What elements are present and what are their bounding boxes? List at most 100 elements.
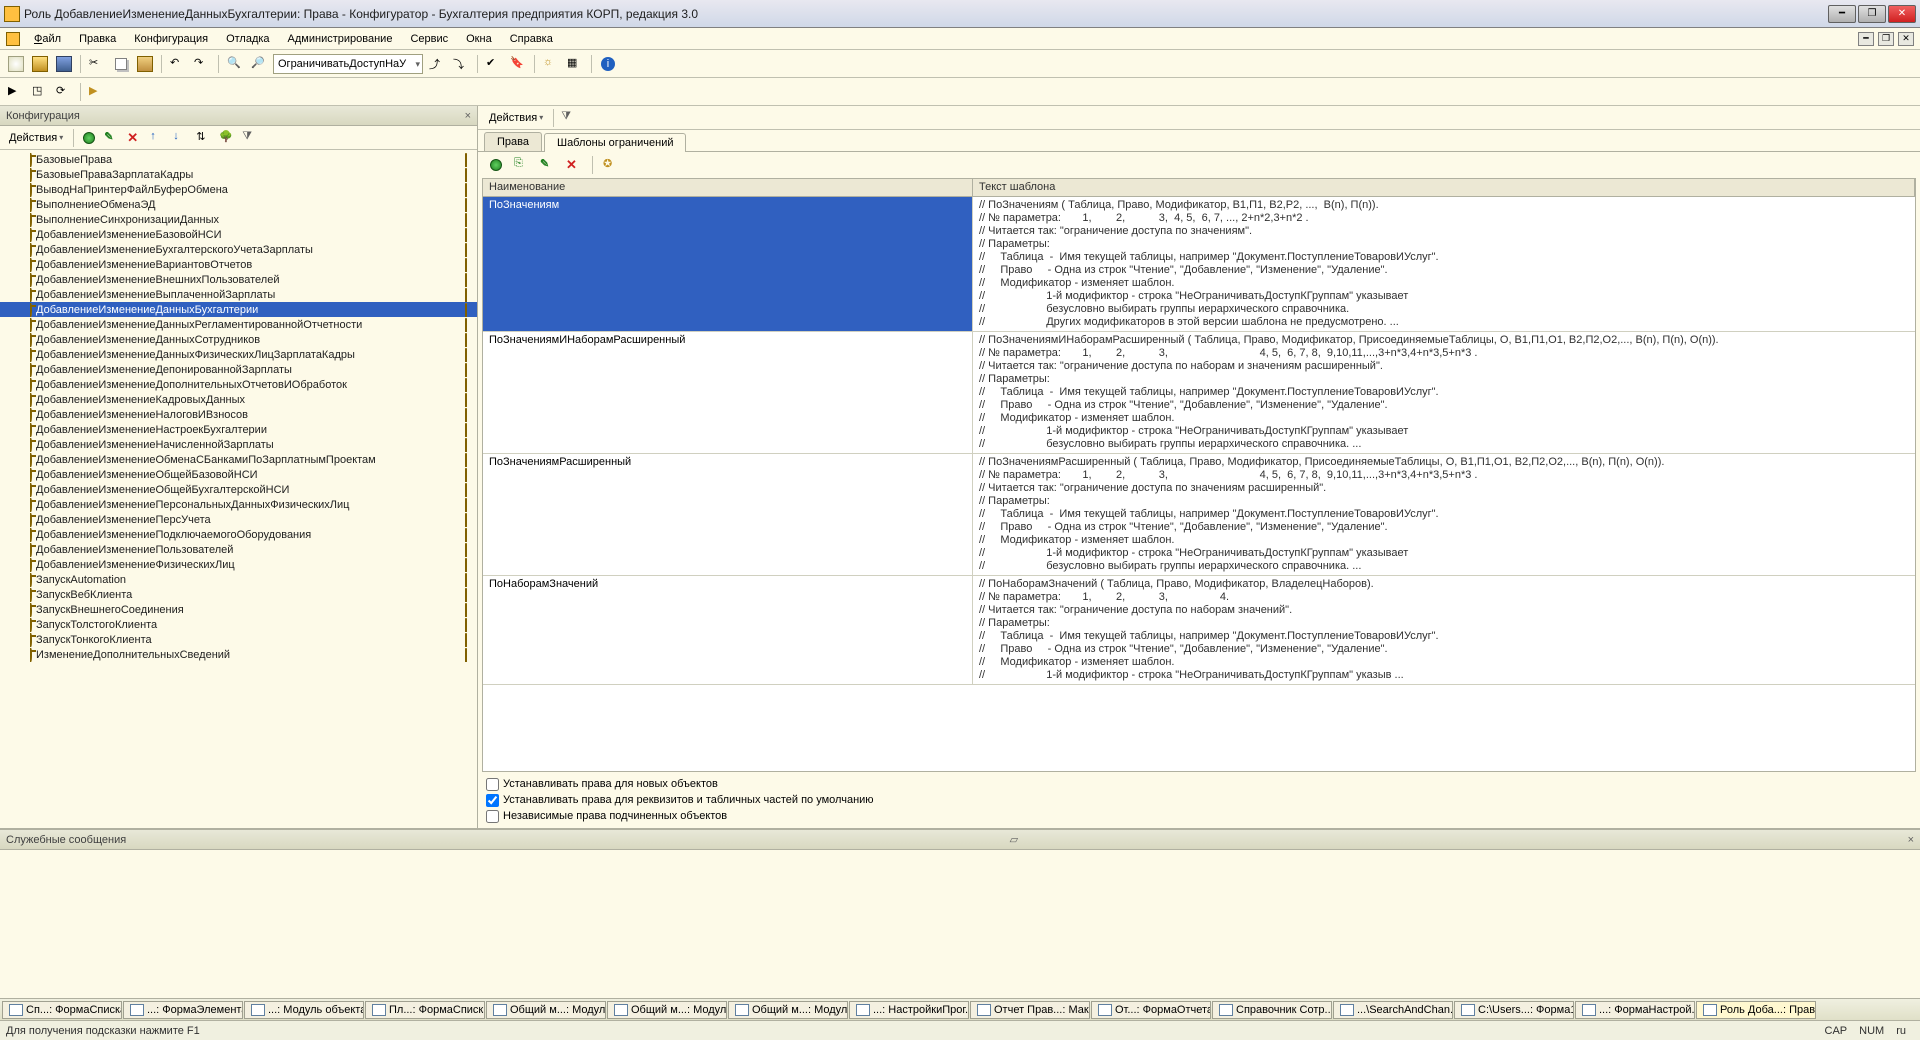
run-1c-button[interactable]: ▶ [87, 82, 107, 102]
undo-button[interactable]: ↶ [168, 54, 188, 74]
tool-a-button[interactable]: ☼ [541, 54, 561, 74]
role-tree-item[interactable]: ДобавлениеИзменениеПодключаемогоОборудов… [0, 527, 477, 542]
cut-button[interactable]: ✂ [87, 54, 107, 74]
role-tree-item[interactable]: ДобавлениеИзменениеВариантовОтчетов [0, 257, 477, 272]
search-combo[interactable]: ОграничиватьДоступНаУ [273, 54, 423, 74]
window-tab[interactable]: ...\SearchAndChan... [1333, 1001, 1453, 1019]
role-tree-item[interactable]: ДобавлениеИзменениеДанныхБухгалтерии [0, 302, 477, 317]
delete-button[interactable]: ✕ [125, 128, 145, 148]
check-independent[interactable]: Независимые права подчиненных объектов [486, 808, 1912, 824]
check-defaults[interactable]: Устанавливать права для реквизитов и таб… [486, 792, 1912, 808]
copy-button[interactable] [111, 54, 131, 74]
menu-edit[interactable]: Правка [71, 31, 124, 47]
messages-close-button[interactable]: × [1908, 834, 1914, 846]
role-filter-button[interactable]: ⧩ [559, 108, 579, 128]
template-row[interactable]: ПоЗначениям// ПоЗначениям ( Таблица, Пра… [483, 197, 1915, 332]
role-tree-item[interactable]: ЗапускВебКлиента [0, 587, 477, 602]
template-edit-button[interactable]: ✎ [538, 155, 558, 175]
role-tree-item[interactable]: ДобавлениеИзменениеДанныхРегламентирован… [0, 317, 477, 332]
template-wizard-button[interactable]: ✪ [601, 155, 621, 175]
roles-tree[interactable]: БазовыеПраваБазовыеПраваЗарплатаКадрыВыв… [0, 150, 477, 828]
role-tree-item[interactable]: ДобавлениеИзменениеВнешнихПользователей [0, 272, 477, 287]
mdi-minimize-button[interactable]: ━ [1858, 32, 1874, 46]
goto2-button[interactable]: ⤵ [451, 54, 471, 74]
role-tree-item[interactable]: БазовыеПраваЗарплатаКадры [0, 167, 477, 182]
menu-help[interactable]: Справка [502, 31, 561, 47]
role-tree-item[interactable]: ВыполнениеСинхронизацииДанных [0, 212, 477, 227]
goto-button[interactable]: ⤴ [427, 54, 447, 74]
tab-rights[interactable]: Права [484, 132, 542, 151]
col-header-text[interactable]: Текст шаблона [973, 179, 1915, 196]
role-tree-item[interactable]: ВыводНаПринтерФайлБуферОбмена [0, 182, 477, 197]
new-button[interactable] [6, 54, 26, 74]
maximize-button[interactable]: ❐ [1858, 5, 1886, 23]
menu-config[interactable]: Конфигурация [126, 31, 216, 47]
window-tab[interactable]: Общий м...: Модуль [486, 1001, 606, 1019]
role-tree-item[interactable]: ЗапускAutomation [0, 572, 477, 587]
find-next-button[interactable]: 🔎 [249, 54, 269, 74]
bookmark-button[interactable]: 🔖 [508, 54, 528, 74]
window-tab[interactable]: Отчет Прав...: Макет [970, 1001, 1090, 1019]
role-tree-item[interactable]: ДобавлениеИзменениеКадровыхДанных [0, 392, 477, 407]
help-button[interactable]: i [598, 54, 618, 74]
role-tree-item[interactable]: ДобавлениеИзменениеДанныхСотрудников [0, 332, 477, 347]
role-tree-item[interactable]: ДобавлениеИзменениеБухгалтерскогоУчетаЗа… [0, 242, 477, 257]
template-add-button[interactable] [486, 155, 506, 175]
role-tree-item[interactable]: ДобавлениеИзменениеПерсональныхДанныхФиз… [0, 497, 477, 512]
window-tab[interactable]: От...: ФормаОтчета [1091, 1001, 1211, 1019]
window-tab[interactable]: Роль Доба...: Права [1696, 1001, 1816, 1019]
menu-service[interactable]: Сервис [402, 31, 456, 47]
window-tab[interactable]: Общий м...: Модуль [607, 1001, 727, 1019]
window-tab[interactable]: Сп...: ФормаСписка [2, 1001, 122, 1019]
window-tab[interactable]: ...: НастройкиПрог... [849, 1001, 969, 1019]
debug-c-button[interactable]: ⟳ [54, 82, 74, 102]
role-tree-item[interactable]: ИзменениеДополнительныхСведений [0, 647, 477, 662]
role-tree-item[interactable]: ДобавлениеИзменениеНачисленнойЗарплаты [0, 437, 477, 452]
role-actions-button[interactable]: Действия [484, 109, 548, 127]
menu-file[interactable]: Файл [26, 31, 69, 47]
window-tab[interactable]: Пл...: ФормаСписка [365, 1001, 485, 1019]
template-row[interactable]: ПоЗначениямРасширенный// ПоЗначениямРасш… [483, 454, 1915, 576]
window-tab[interactable]: Справочник Сотр... [1212, 1001, 1332, 1019]
role-tree-item[interactable]: ДобавлениеИзменениеВыплаченнойЗарплаты [0, 287, 477, 302]
minimize-button[interactable]: ━ [1828, 5, 1856, 23]
debug-b-button[interactable]: ◳ [30, 82, 50, 102]
role-tree-item[interactable]: ДобавлениеИзменениеНалоговИВзносов [0, 407, 477, 422]
role-tree-item[interactable]: ДобавлениеИзменениеДополнительныхОтчетов… [0, 377, 477, 392]
role-tree-item[interactable]: БазовыеПрава [0, 152, 477, 167]
role-tree-item[interactable]: ДобавлениеИзменениеНастроекБухгалтерии [0, 422, 477, 437]
close-button[interactable]: ✕ [1888, 5, 1916, 23]
window-tab[interactable]: ...: Модуль объекта [244, 1001, 364, 1019]
tree-button[interactable]: 🌳 [217, 128, 237, 148]
tool-b-button[interactable]: ▦ [565, 54, 585, 74]
role-tree-item[interactable]: ДобавлениеИзменениеОбщейБазовойНСИ [0, 467, 477, 482]
syntax-check-button[interactable]: ✔ [484, 54, 504, 74]
debug-start-button[interactable]: ▶ [6, 82, 26, 102]
menu-windows[interactable]: Окна [458, 31, 500, 47]
col-header-name[interactable]: Наименование [483, 179, 973, 196]
window-tab[interactable]: Общий м...: Модуль [728, 1001, 848, 1019]
move-down-button[interactable]: ↓ [171, 128, 191, 148]
template-delete-button[interactable]: ✕ [564, 155, 584, 175]
filter-button[interactable]: ⧩ [240, 128, 260, 148]
messages-body[interactable] [0, 850, 1920, 998]
open-button[interactable] [30, 54, 50, 74]
templates-grid-body[interactable]: ПоЗначениям// ПоЗначениям ( Таблица, Пра… [483, 197, 1915, 771]
sort-button[interactable]: ⇅ [194, 128, 214, 148]
move-up-button[interactable]: ↑ [148, 128, 168, 148]
mdi-close-button[interactable]: ✕ [1898, 32, 1914, 46]
role-tree-item[interactable]: ДобавлениеИзменениеПользователей [0, 542, 477, 557]
role-tree-item[interactable]: ДобавлениеИзменениеДанныхФизическихЛицЗа… [0, 347, 477, 362]
template-row[interactable]: ПоНаборамЗначений// ПоНаборамЗначений ( … [483, 576, 1915, 685]
role-tree-item[interactable]: ДобавлениеИзменениеОбменаСБанкамиПоЗарпл… [0, 452, 477, 467]
mdi-restore-button[interactable]: ❐ [1878, 32, 1894, 46]
find-button[interactable]: 🔍 [225, 54, 245, 74]
edit-button[interactable]: ✎ [102, 128, 122, 148]
tab-templates[interactable]: Шаблоны ограничений [544, 133, 687, 152]
window-tab[interactable]: C:\Users...: Форма1 [1454, 1001, 1574, 1019]
menu-admin[interactable]: Администрирование [280, 31, 401, 47]
window-tab[interactable]: ...: ФормаНастрой... [1575, 1001, 1695, 1019]
menu-debug[interactable]: Отладка [218, 31, 277, 47]
template-row[interactable]: ПоЗначениямИНаборамРасширенный// ПоЗначе… [483, 332, 1915, 454]
actions-button[interactable]: Действия [4, 129, 68, 147]
